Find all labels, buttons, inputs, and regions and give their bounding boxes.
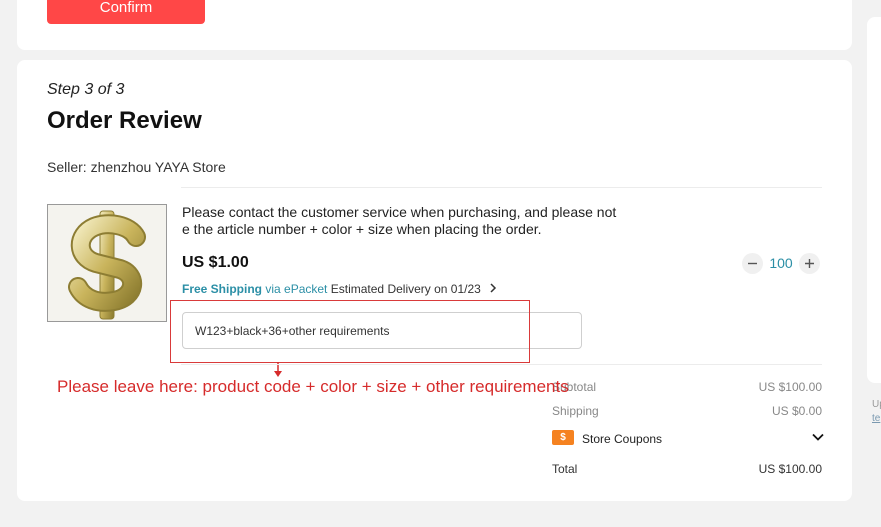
product-image[interactable]: [47, 204, 167, 322]
order-review-card: Step 3 of 3 Order Review Seller: zhenzho…: [17, 60, 852, 501]
right-side-text: Up te: [872, 398, 881, 426]
coupon-icon: $: [552, 430, 574, 445]
shipping-method: via ePacket: [265, 282, 328, 296]
product-description-line: Please contact the customer service when…: [182, 204, 617, 220]
product-price: US $1.00: [182, 254, 249, 271]
right-side-link[interactable]: te: [872, 412, 881, 426]
dollar-sign-icon: [48, 205, 166, 321]
annotation-text: Please leave here: product code + color …: [57, 377, 569, 396]
product-description[interactable]: Please contact the customer service when…: [182, 204, 652, 238]
quantity-stepper: 100: [742, 252, 820, 274]
shipping-label: Shipping: [552, 404, 599, 418]
total-value: US $100.00: [758, 462, 822, 476]
chevron-down-icon[interactable]: [811, 430, 825, 447]
divider: [181, 187, 822, 188]
shipping-info[interactable]: Free Shipping via ePacket Estimated Deli…: [182, 282, 497, 296]
increase-quantity-button[interactable]: [799, 252, 820, 274]
decrease-quantity-button[interactable]: [742, 252, 763, 274]
divider: [181, 364, 822, 365]
right-side-panel: [867, 17, 881, 383]
right-side-line: Up: [872, 399, 881, 410]
free-shipping-label: Free Shipping: [182, 282, 263, 296]
shipping-value: US $0.00: [771, 404, 822, 418]
confirm-button[interactable]: Confirm: [47, 0, 205, 24]
store-coupons-label: Store Coupons: [582, 432, 663, 446]
total-label: Total: [552, 462, 578, 476]
estimated-delivery: Estimated Delivery on 01/23: [330, 282, 481, 296]
subtotal-value: US $100.00: [758, 380, 822, 394]
minus-icon: [748, 262, 757, 264]
step-indicator: Step 3 of 3: [47, 81, 125, 98]
annotation-highlight-box: [170, 300, 530, 363]
page-title: Order Review: [47, 107, 202, 134]
seller-name: Seller: zhenzhou YAYA Store: [47, 159, 226, 175]
chevron-right-icon[interactable]: [490, 282, 497, 296]
product-description-line: e the article number + color + size when…: [182, 221, 542, 237]
quantity-value[interactable]: 100: [763, 255, 799, 271]
plus-icon: [805, 258, 814, 268]
previous-step-card: Confirm: [17, 0, 852, 50]
